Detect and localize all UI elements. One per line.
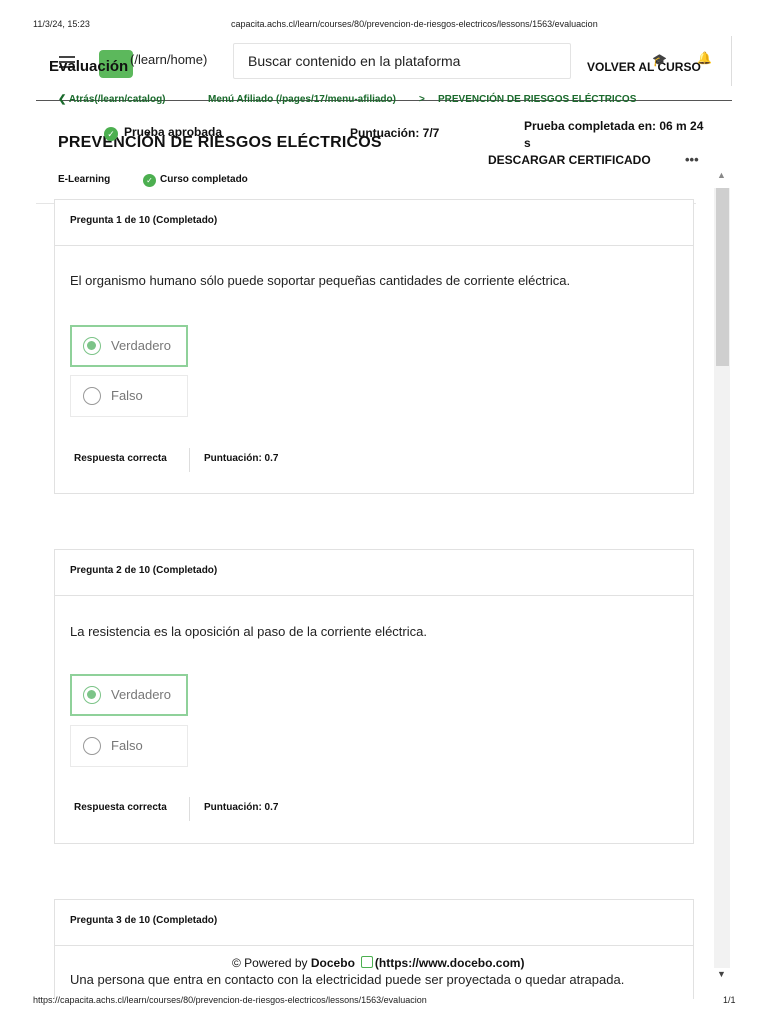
scroll-up-icon[interactable]: ▲ <box>717 170 726 180</box>
breadcrumb: ❮ Atrás(/learn/catalog) <box>58 94 166 105</box>
question-header: Pregunta 2 de 10 (Completado) <box>55 550 693 596</box>
back-to-course-button[interactable]: VOLVER AL CURSO <box>587 60 701 74</box>
topbar-divider <box>731 36 732 86</box>
option-label: Verdadero <box>111 687 171 702</box>
question-header: Pregunta 3 de 10 (Completado) <box>55 900 693 946</box>
print-page-number: 1/1 <box>723 995 736 1005</box>
check-circle-icon: ✓ <box>104 127 118 141</box>
powered-link[interactable]: (https://www.docebo.com) <box>375 956 525 970</box>
page-title: Evaluación <box>49 58 129 75</box>
test-score: Puntuación: 7/7 <box>350 126 440 140</box>
option-label: Verdadero <box>111 338 171 353</box>
result-divider <box>189 797 190 821</box>
question-text: Una persona que entra en contacto con la… <box>70 972 625 987</box>
option-label: Falso <box>111 388 143 403</box>
radio-selected-icon <box>83 686 101 704</box>
test-status: Prueba aprobada <box>124 125 223 139</box>
breadcrumb-back-link[interactable]: Atrás(/learn/catalog) <box>69 94 166 105</box>
option-label: Falso <box>111 738 143 753</box>
completion-time: Prueba completada en: 06 m 24 s <box>524 119 704 150</box>
check-circle-icon: ✓ <box>143 174 156 187</box>
breadcrumb-current: PREVENCIÓN DE RIESGOS ELÉCTRICOS <box>438 94 637 105</box>
option-false[interactable]: Falso <box>70 375 188 417</box>
question-text: El organismo humano sólo puede soportar … <box>70 273 571 288</box>
breadcrumb-separator: > <box>419 94 425 105</box>
external-link-icon[interactable] <box>360 956 373 968</box>
print-url-bottom: https://capacita.achs.cl/learn/courses/8… <box>33 995 427 1005</box>
radio-icon <box>83 737 101 755</box>
download-certificate-button[interactable]: DESCARGAR CERTIFICADO <box>488 153 651 167</box>
scrollbar-thumb[interactable] <box>716 188 729 366</box>
question-score: Puntuación: 0.7 <box>204 802 279 813</box>
powered-brand: Docebo <box>310 956 355 970</box>
powered-by: © Powered by Docebo (https://www.docebo.c… <box>232 956 524 970</box>
question-score: Puntuación: 0.7 <box>204 453 279 464</box>
question-card: Pregunta 3 de 10 (Completado) Una person… <box>54 899 694 999</box>
question-card: Pregunta 2 de 10 (Completado) La resiste… <box>54 549 694 844</box>
answer-result: Respuesta correcta <box>74 453 167 464</box>
chevron-left-icon[interactable]: ❮ <box>58 94 66 105</box>
course-type: E-Learning <box>58 174 111 185</box>
question-header: Pregunta 1 de 10 (Completado) <box>55 200 693 246</box>
question-text: La resistencia es la oposición al paso d… <box>70 624 427 639</box>
course-status: Curso completado <box>160 174 248 185</box>
radio-selected-icon <box>83 337 101 355</box>
bell-icon[interactable]: 🔔 <box>697 51 712 65</box>
question-card: Pregunta 1 de 10 (Completado) El organis… <box>54 199 694 494</box>
print-url: capacita.achs.cl/learn/courses/80/preven… <box>231 19 598 29</box>
result-divider <box>189 448 190 472</box>
powered-prefix: © Powered by <box>232 956 308 970</box>
more-options-icon[interactable]: ••• <box>685 152 699 167</box>
option-true[interactable]: Verdadero <box>70 325 188 367</box>
answer-result: Respuesta correcta <box>74 802 167 813</box>
option-true[interactable]: Verdadero <box>70 674 188 716</box>
radio-icon <box>83 387 101 405</box>
search-placeholder: Buscar contenido en la plataforma <box>248 53 461 69</box>
option-false[interactable]: Falso <box>70 725 188 767</box>
print-datetime: 11/3/24, 15:23 <box>33 19 90 29</box>
breadcrumb-menu-link[interactable]: Menú Afiliado (/pages/17/menu-afiliado) <box>208 94 396 105</box>
logo-link[interactable]: (/learn/home) <box>130 52 207 67</box>
scroll-down-icon[interactable]: ▼ <box>717 969 726 979</box>
graduation-cap-icon[interactable]: 🎓 <box>652 53 667 67</box>
